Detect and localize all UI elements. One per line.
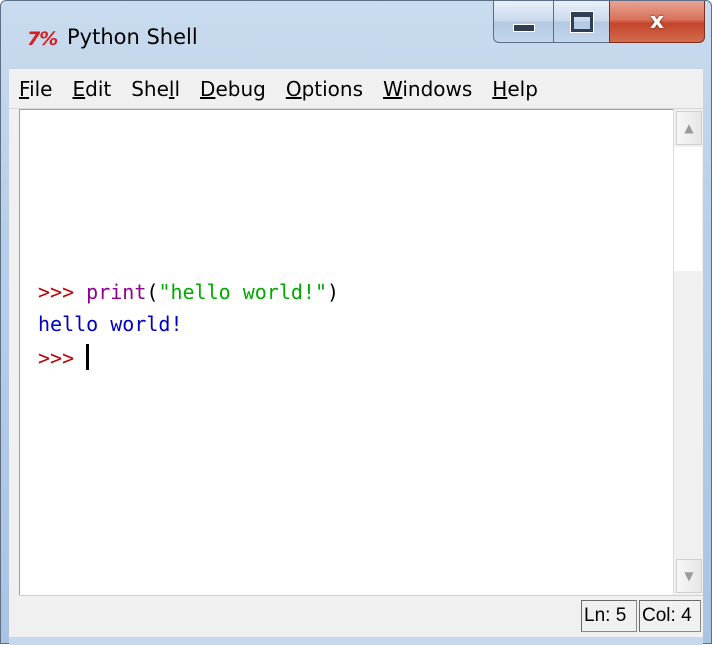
menu-help-label: elp: [507, 76, 538, 101]
shell-text-area[interactable]: >>> print("hello world!") hello world! >…: [19, 109, 673, 595]
menu-debug-label: ebug: [215, 76, 266, 101]
menu-file[interactable]: File: [9, 69, 62, 109]
status-column-number: Col: 4: [639, 600, 701, 632]
menu-file-accel: F: [19, 76, 30, 101]
menu-help[interactable]: Help: [482, 69, 548, 109]
menu-windows-accel: W: [383, 76, 403, 101]
menu-bar: File Edit Shell Debug Options Windows He…: [9, 69, 703, 109]
maximize-icon: [570, 11, 593, 32]
menu-shell[interactable]: Shell: [121, 69, 190, 109]
minimize-icon: [512, 23, 535, 32]
arrow-up-icon: ▲: [684, 121, 694, 135]
shell-line-output: hello world!: [38, 312, 183, 336]
minimize-button[interactable]: [493, 1, 553, 43]
python-shell-window: 7% Python Shell x File Edit Shell Debug …: [0, 0, 712, 645]
close-icon: x: [649, 9, 665, 34]
shell-prompt: >>>: [38, 280, 87, 304]
menu-debug[interactable]: Debug: [190, 69, 276, 109]
menu-help-accel: H: [492, 76, 508, 101]
menu-options-label: ptions: [301, 76, 363, 101]
window-title: Python Shell: [67, 25, 198, 49]
scroll-track[interactable]: [674, 147, 702, 271]
window-controls: x: [493, 1, 705, 45]
text-cursor: [86, 344, 90, 370]
menu-options[interactable]: Options: [276, 69, 373, 109]
scroll-down-button[interactable]: ▼: [676, 559, 702, 593]
arrow-down-icon: ▼: [684, 569, 694, 583]
maximize-button[interactable]: [553, 1, 609, 43]
left-frame: [9, 109, 19, 637]
menu-windows[interactable]: Windows: [373, 69, 482, 109]
menu-options-accel: O: [285, 76, 302, 101]
code-string: "hello world!": [158, 280, 328, 304]
title-bar[interactable]: 7% Python Shell x: [1, 1, 711, 69]
menu-windows-label: indows: [402, 76, 473, 101]
menu-edit-accel: E: [72, 76, 86, 101]
code-paren-open: (: [146, 280, 159, 304]
shell-prompt-current: >>>: [38, 346, 87, 370]
idle-app-icon: 7%: [27, 28, 58, 50]
menu-shell-pre: She: [131, 76, 169, 101]
code-keyword: print: [86, 280, 147, 304]
code-paren-close: ): [327, 280, 340, 304]
menu-debug-accel: D: [200, 76, 216, 101]
menu-edit[interactable]: Edit: [62, 69, 121, 109]
menu-shell-label: l: [174, 76, 181, 101]
vertical-scrollbar[interactable]: ▲ ▼: [673, 109, 703, 595]
scroll-up-button[interactable]: ▲: [676, 111, 702, 145]
shell-output: hello world!: [38, 312, 183, 336]
shell-line-prompt: >>>: [38, 344, 90, 370]
menu-edit-label: dit: [85, 76, 112, 101]
shell-line-input: >>> print("hello world!"): [38, 280, 339, 304]
status-line-number: Ln: 5: [581, 600, 637, 632]
menu-file-label: ile: [29, 76, 53, 101]
status-bar: Ln: 5 Col: 4: [19, 595, 703, 637]
close-button[interactable]: x: [609, 1, 705, 43]
